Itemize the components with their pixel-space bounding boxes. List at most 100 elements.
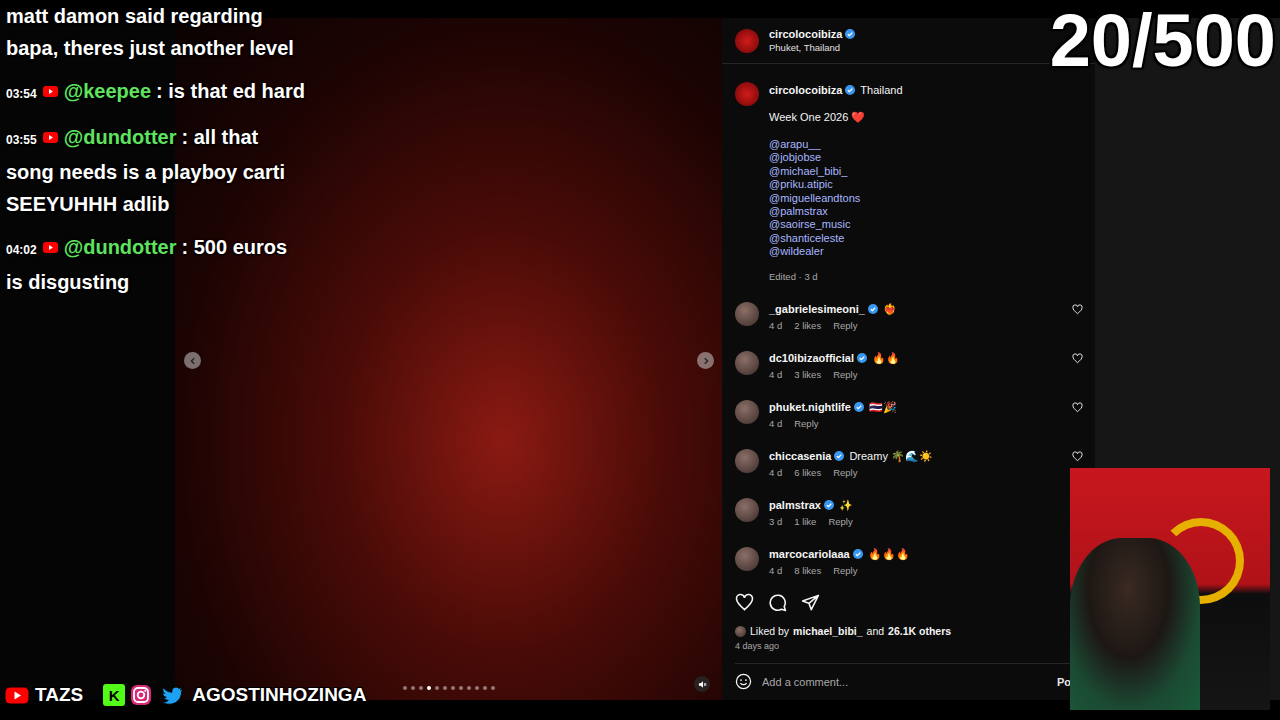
comment-likes[interactable]: 6 likes bbox=[794, 467, 821, 478]
carousel-dot[interactable] bbox=[491, 686, 495, 690]
commenter-name[interactable]: marcocariolaaa bbox=[769, 548, 850, 560]
comment-text: 🔥🔥🔥 bbox=[868, 548, 910, 560]
commenter-avatar[interactable] bbox=[735, 302, 759, 326]
account-name[interactable]: circolocoibiza bbox=[769, 28, 842, 40]
carousel-dot[interactable] bbox=[483, 686, 487, 690]
youtube-handle[interactable]: TAZS bbox=[35, 684, 83, 706]
like-heart-icon[interactable] bbox=[1072, 402, 1083, 413]
verified-icon bbox=[845, 83, 855, 93]
account-avatar[interactable] bbox=[735, 82, 759, 106]
comment: phuket.nightlife🇹🇭🎉4 dReply bbox=[735, 400, 1085, 449]
like-heart-icon[interactable] bbox=[1072, 304, 1083, 315]
carousel-dot[interactable] bbox=[451, 686, 455, 690]
chat-message: 03:54@keepee: is that ed hard bbox=[6, 74, 306, 110]
commenter-name[interactable]: dc10ibizaofficial bbox=[769, 352, 854, 364]
share-plane-icon[interactable] bbox=[801, 593, 820, 614]
comment-meta: 4 d Reply bbox=[769, 418, 1062, 429]
carousel-dot[interactable] bbox=[411, 686, 415, 690]
youtube-icon[interactable] bbox=[4, 684, 30, 706]
comment: chiccaseniaDreamy 🌴🌊☀️4 d6 likesReply bbox=[735, 449, 1085, 498]
comment-likes[interactable]: 8 likes bbox=[794, 565, 821, 576]
post-button[interactable]: Po bbox=[1057, 676, 1071, 688]
post-actions bbox=[735, 592, 1095, 614]
carousel-dot[interactable] bbox=[443, 686, 447, 690]
like-heart-icon[interactable] bbox=[1072, 451, 1083, 462]
reply-button[interactable]: Reply bbox=[833, 467, 857, 478]
twitter-bird-icon[interactable] bbox=[161, 684, 187, 706]
mute-icon[interactable] bbox=[694, 676, 710, 692]
post-footer: Liked bymichael_bibi_and26.1K others4 da… bbox=[722, 588, 1095, 700]
verified-icon bbox=[854, 401, 864, 411]
user-tag[interactable]: @priku.atipic bbox=[769, 178, 1085, 191]
chat-user: @dundotter bbox=[64, 236, 177, 258]
account-avatar[interactable] bbox=[735, 29, 759, 53]
comment-text: Dreamy 🌴🌊☀️ bbox=[849, 450, 933, 462]
comment-likes[interactable]: 3 likes bbox=[794, 369, 821, 380]
comment-text: ❤️‍🔥 bbox=[883, 303, 897, 315]
post-header: circolocoibiza Phuket, Thailand bbox=[722, 18, 1095, 64]
user-tag[interactable]: @saoirse_music bbox=[769, 218, 1085, 231]
tag-list: @arapu__@jobjobse@michael_bibi_@priku.at… bbox=[769, 138, 1085, 259]
commenter-name[interactable]: phuket.nightlife bbox=[769, 401, 851, 413]
previous-arrow-icon[interactable] bbox=[184, 352, 201, 369]
user-tag[interactable]: @miguelleandtons bbox=[769, 192, 1085, 205]
commenter-name[interactable]: chiccasenia bbox=[769, 450, 831, 462]
commenter-avatar[interactable] bbox=[735, 351, 759, 375]
like-heart-icon[interactable] bbox=[735, 593, 754, 614]
user-tag[interactable]: @michael_bibi_ bbox=[769, 165, 1085, 178]
caption-text: Week One 2026 ❤️ bbox=[769, 109, 1085, 125]
comment-age: 4 d bbox=[769, 565, 782, 576]
comment-bubble-icon[interactable] bbox=[768, 593, 787, 614]
caption-location[interactable]: Thailand bbox=[860, 84, 902, 96]
commenter-avatar[interactable] bbox=[735, 449, 759, 473]
account-name[interactable]: circolocoibiza bbox=[769, 84, 842, 96]
likes-count[interactable]: 26.1K others bbox=[888, 624, 951, 638]
commenter-avatar[interactable] bbox=[735, 547, 759, 571]
post-media bbox=[175, 18, 722, 700]
carousel-dot[interactable] bbox=[467, 686, 471, 690]
channel-handle[interactable]: AGOSTINHOZINGA bbox=[192, 684, 366, 706]
reply-button[interactable]: Reply bbox=[833, 320, 857, 331]
user-tag[interactable]: @wildealer bbox=[769, 245, 1085, 258]
next-arrow-icon[interactable] bbox=[697, 352, 714, 369]
comment-input[interactable] bbox=[760, 675, 1049, 689]
user-tag[interactable]: @palmstrax bbox=[769, 205, 1085, 218]
reply-button[interactable]: Reply bbox=[833, 369, 857, 380]
commenter-avatar[interactable] bbox=[735, 498, 759, 522]
chat-time: 03:54 bbox=[6, 87, 37, 101]
reply-button[interactable]: Reply bbox=[833, 565, 857, 576]
carousel-dot[interactable] bbox=[419, 686, 423, 690]
chat-time: 03:55 bbox=[6, 133, 37, 147]
commenter-name[interactable]: _gabrielesimeoni_ bbox=[769, 303, 865, 315]
comment-likes[interactable]: 2 likes bbox=[794, 320, 821, 331]
liker-name[interactable]: michael_bibi_ bbox=[793, 624, 862, 638]
carousel-dot[interactable] bbox=[459, 686, 463, 690]
stream-background bbox=[0, 18, 175, 700]
comment-likes[interactable]: 1 like bbox=[794, 516, 816, 527]
emoji-smiley-icon[interactable] bbox=[735, 673, 752, 692]
user-tag[interactable]: @shanticeleste bbox=[769, 232, 1085, 245]
comment-age: 4 d bbox=[769, 418, 782, 429]
reply-button[interactable]: Reply bbox=[794, 418, 818, 429]
webcam-feed bbox=[1070, 468, 1270, 710]
kick-icon[interactable]: K bbox=[103, 684, 125, 706]
liker-avatar[interactable] bbox=[735, 626, 746, 637]
chat-user: @dundotter bbox=[64, 126, 177, 148]
chat-text: : is that ed hard bbox=[156, 80, 305, 102]
caption-block: circolocoibiza Thailand Week One 2026 ❤️ @a… bbox=[735, 82, 1085, 283]
reply-button[interactable]: Reply bbox=[828, 516, 852, 527]
carousel-dot[interactable] bbox=[403, 686, 407, 690]
carousel-dot[interactable] bbox=[475, 686, 479, 690]
commenter-name[interactable]: palmstrax bbox=[769, 499, 821, 511]
user-tag[interactable]: @jobjobse bbox=[769, 151, 1085, 164]
post-location[interactable]: Phuket, Thailand bbox=[769, 42, 855, 53]
like-heart-icon[interactable] bbox=[1072, 353, 1083, 364]
edited-label: Edited · 3 d bbox=[769, 271, 1085, 283]
user-tag[interactable]: @arapu__ bbox=[769, 138, 1085, 151]
comment: dc10ibizaofficial🔥🔥4 d3 likesReply bbox=[735, 351, 1085, 400]
add-comment-row: Po bbox=[735, 663, 1095, 700]
carousel-dot[interactable] bbox=[435, 686, 439, 690]
carousel-dot[interactable] bbox=[427, 686, 431, 690]
instagram-icon[interactable] bbox=[130, 684, 156, 706]
commenter-avatar[interactable] bbox=[735, 400, 759, 424]
